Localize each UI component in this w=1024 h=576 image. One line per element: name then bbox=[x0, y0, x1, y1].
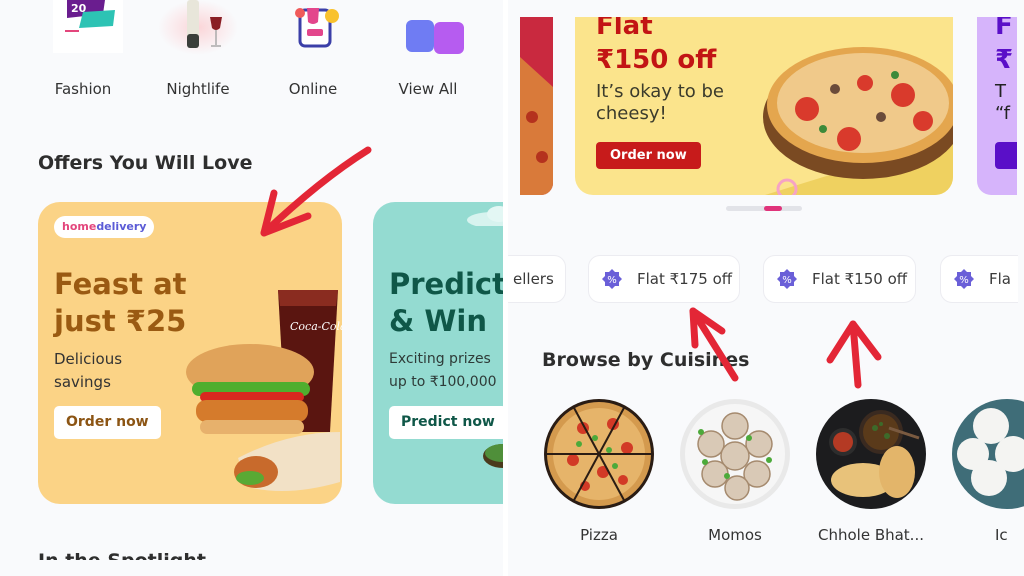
cuisine-momos[interactable]: Momos bbox=[677, 398, 793, 544]
headline-line: ₹ bbox=[995, 45, 1014, 75]
view-all-tiles-icon bbox=[388, 0, 468, 60]
carousel-active-dot bbox=[764, 206, 782, 211]
cloud-decoration bbox=[467, 206, 503, 226]
fashion-sale-tag-icon: 20 bbox=[43, 0, 123, 60]
subtitle-line: Exciting prizes bbox=[389, 351, 491, 367]
headline-line: F bbox=[995, 17, 1013, 41]
banner-flat-150-off[interactable]: Flat ₹150 off It’s okay to be cheesy! Or… bbox=[575, 17, 953, 195]
headline-line: Flat bbox=[596, 17, 653, 41]
badge-part-home: home bbox=[62, 220, 97, 233]
idli-image bbox=[951, 398, 1024, 510]
pizza-slice-image bbox=[520, 57, 553, 195]
subtitle-line: cheesy! bbox=[596, 103, 667, 124]
offer-chip-bestsellers[interactable]: ellers bbox=[508, 255, 566, 303]
svg-text:%: % bbox=[782, 275, 792, 286]
offer-subtitle: Delicious savings bbox=[54, 348, 122, 394]
cuisine-label: Momos bbox=[708, 526, 762, 544]
left-screenshot-panel: 20 Fashion Nightlife Online View All Off… bbox=[0, 0, 503, 576]
headline-line: Predict bbox=[389, 267, 503, 301]
svg-text:%: % bbox=[959, 275, 969, 286]
chip-label: Fla bbox=[989, 270, 1011, 288]
pizza-image bbox=[763, 47, 953, 195]
chip-label: Flat ₹150 off bbox=[812, 270, 908, 288]
category-label: View All bbox=[398, 80, 458, 98]
chip-label: ellers bbox=[513, 270, 554, 288]
offer-chip-flat-175[interactable]: % Flat ₹175 off bbox=[588, 255, 740, 303]
subtitle-line: Delicious bbox=[54, 350, 123, 368]
category-fashion[interactable]: 20 Fashion bbox=[33, 0, 133, 98]
offer-chip-flat-150[interactable]: % Flat ₹150 off bbox=[763, 255, 916, 303]
offer-headline: Feast at just ₹25 bbox=[54, 266, 187, 340]
svg-text:Coca-Cola: Coca-Cola bbox=[290, 320, 342, 333]
offers-section-title: Offers You Will Love bbox=[38, 152, 253, 174]
banner-subtitle: It’s okay to be cheesy! bbox=[596, 81, 724, 125]
category-label: Fashion bbox=[54, 80, 112, 98]
discount-badge-icon: % bbox=[777, 269, 797, 289]
momos-image bbox=[679, 398, 791, 510]
banner-previous[interactable] bbox=[520, 17, 553, 195]
online-shopping-icon bbox=[273, 0, 353, 60]
headline-line: just ₹25 bbox=[54, 304, 187, 338]
badge-part-delivery: delivery bbox=[96, 220, 147, 233]
discount-badge-icon: % bbox=[954, 269, 974, 289]
cuisine-chhole-bhature[interactable]: Chhole Bhat... bbox=[813, 398, 929, 544]
chip-label: Flat ₹175 off bbox=[637, 270, 733, 288]
subtitle-line: “f bbox=[995, 103, 1011, 124]
category-label: Nightlife bbox=[166, 80, 230, 98]
cuisines-section-title: Browse by Cuisines bbox=[542, 349, 750, 371]
headline-line: & Win bbox=[389, 304, 487, 338]
category-label: Online bbox=[288, 80, 338, 98]
burger-combo-image: Coca-Cola bbox=[186, 290, 342, 491]
subtitle-line: savings bbox=[54, 373, 111, 391]
banner-next[interactable]: F ₹ T “f bbox=[977, 17, 1017, 195]
cuisine-label: Ic bbox=[995, 526, 1008, 544]
pizza-image bbox=[543, 398, 655, 510]
subtitle-line: It’s okay to be bbox=[596, 81, 725, 102]
offer-headline: Predict & Win bbox=[389, 266, 503, 340]
category-nightlife[interactable]: Nightlife bbox=[148, 0, 248, 98]
svg-text:%: % bbox=[607, 275, 617, 286]
chhole-bhature-image bbox=[815, 398, 927, 510]
category-view-all[interactable]: View All bbox=[378, 0, 478, 98]
cuisine-label: Chhole Bhat... bbox=[817, 526, 924, 544]
cricket-pitch-image bbox=[483, 444, 503, 468]
subtitle-line: up to ₹100,000 bbox=[389, 374, 497, 390]
order-now-button[interactable]: Order now bbox=[54, 406, 161, 439]
banner-subtitle: T “f bbox=[995, 81, 1010, 125]
offer-subtitle: Exciting prizes up to ₹100,000 bbox=[389, 348, 497, 394]
home-delivery-badge: homedelivery bbox=[54, 216, 155, 238]
discount-badge-icon: % bbox=[602, 269, 622, 289]
right-screenshot-panel: Flat ₹150 off It’s okay to be cheesy! Or… bbox=[508, 0, 1024, 576]
offer-card-feast[interactable]: homedelivery Feast at just ₹25 Delicious… bbox=[38, 202, 342, 504]
banner-next-button[interactable] bbox=[995, 142, 1017, 169]
headline-line: ₹150 off bbox=[596, 45, 717, 75]
banner-headline: Flat ₹150 off bbox=[596, 17, 716, 77]
carousel-indicator[interactable] bbox=[726, 206, 802, 211]
wine-bottle-glass-icon bbox=[158, 0, 238, 60]
subtitle-line: T bbox=[995, 81, 1006, 102]
category-online[interactable]: Online bbox=[263, 0, 363, 98]
banner-order-now-button[interactable]: Order now bbox=[596, 142, 701, 169]
banner-headline: F ₹ bbox=[995, 17, 1013, 77]
headline-line: Feast at bbox=[54, 267, 187, 301]
cuisine-idli[interactable]: Ic bbox=[949, 398, 1024, 544]
offer-card-predict[interactable]: Predict & Win Exciting prizes up to ₹100… bbox=[373, 202, 503, 504]
cuisine-label: Pizza bbox=[580, 526, 618, 544]
offer-chip-partial[interactable]: % Fla bbox=[940, 255, 1018, 303]
cuisine-pizza[interactable]: Pizza bbox=[541, 398, 657, 544]
spotlight-section-title: In the Spotlight bbox=[38, 548, 206, 560]
predict-now-button[interactable]: Predict now bbox=[389, 406, 503, 439]
